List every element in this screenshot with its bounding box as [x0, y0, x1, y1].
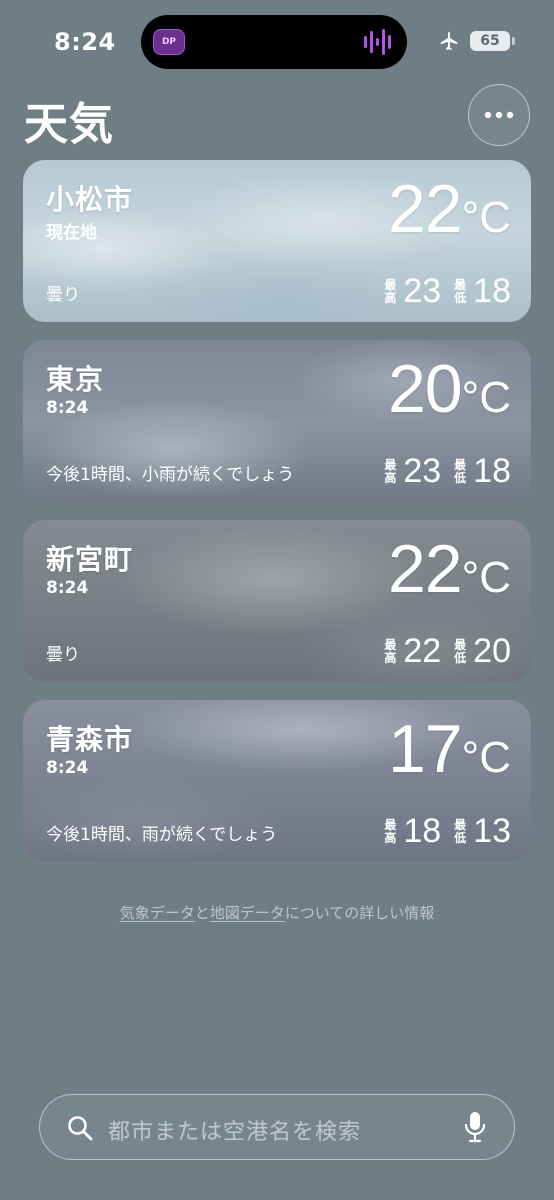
high-value: 23	[403, 452, 442, 490]
high-value: 23	[403, 272, 442, 310]
high-value: 18	[403, 812, 442, 850]
current-temperature: 22°C	[388, 530, 511, 608]
battery-indicator: 65	[470, 31, 515, 51]
high-label: 最高	[384, 457, 397, 485]
data-info-note: 気象データと地図データについての詳しい情報	[0, 902, 554, 923]
microphone-icon[interactable]	[464, 1111, 486, 1143]
condition-text: 今後1時間、雨が続くでしょう	[46, 825, 278, 845]
high-low: 最高 23 最低 18	[383, 452, 511, 491]
temp-value: 20	[387, 351, 463, 427]
weather-card-shingu[interactable]: 新宮町 8:24 曇り 22°C 最高 22 最低 20	[23, 520, 531, 682]
low-label: 最低	[454, 637, 467, 665]
low-label: 最低	[454, 457, 467, 485]
low-value: 13	[473, 812, 511, 850]
audio-wave-icon	[364, 29, 391, 55]
status-right: 65	[438, 28, 515, 54]
airplane-icon	[440, 31, 458, 51]
condition-text: 曇り	[46, 285, 80, 305]
map-data-link[interactable]: 地図データ	[210, 904, 285, 922]
temp-value: 22	[387, 171, 463, 247]
condition-text: 曇り	[46, 645, 80, 665]
data-note-suffix: についての詳しい情報	[284, 904, 435, 922]
condition-text: 今後1時間、小雨が続くでしょう	[46, 465, 295, 485]
page-title: 天気	[24, 99, 114, 150]
high-label: 最高	[384, 277, 397, 305]
weather-data-link[interactable]: 気象データ	[120, 904, 195, 922]
weather-card-aomori[interactable]: 青森市 8:24 今後1時間、雨が続くでしょう 17°C 最高 18 最低 13	[23, 700, 531, 862]
high-low: 最高 23 最低 18	[383, 272, 511, 311]
search-placeholder: 都市または空港名を検索	[108, 1120, 362, 1145]
temp-value: 17	[387, 711, 463, 787]
island-app-icon: DP	[153, 29, 185, 55]
local-time: 8:24	[46, 758, 89, 778]
local-time: 8:24	[46, 578, 89, 598]
low-value: 18	[473, 452, 511, 490]
current-temperature: 22°C	[388, 170, 511, 248]
magnifier-icon	[68, 1116, 93, 1141]
current-temperature: 20°C	[388, 350, 511, 428]
data-note-connector: と	[194, 904, 210, 922]
low-value: 20	[473, 632, 511, 670]
high-label: 最高	[384, 817, 397, 845]
low-value: 18	[473, 272, 511, 310]
low-label: 最低	[454, 277, 467, 305]
temp-unit: °C	[461, 373, 511, 422]
location-subtitle: 現在地	[46, 223, 97, 243]
temp-unit: °C	[461, 553, 511, 602]
high-low: 最高 22 最低 20	[383, 632, 511, 671]
temp-unit: °C	[461, 733, 511, 782]
temp-unit: °C	[461, 193, 511, 242]
status-time: 8:24	[54, 28, 116, 56]
status-bar: 8:24 DP 65	[0, 0, 554, 84]
weather-card-komatsu[interactable]: 小松市 現在地 曇り 22°C 最高 23 最低 18	[23, 160, 531, 322]
weather-card-tokyo[interactable]: 東京 8:24 今後1時間、小雨が続くでしょう 20°C 最高 23 最低 18	[23, 340, 531, 502]
temp-value: 22	[387, 531, 463, 607]
city-name: 東京	[46, 363, 105, 396]
low-label: 最低	[454, 817, 467, 845]
high-low: 最高 18 最低 13	[383, 812, 511, 851]
dynamic-island[interactable]: DP	[141, 15, 407, 69]
local-time: 8:24	[46, 398, 89, 418]
city-name: 新宮町	[46, 543, 134, 576]
ellipsis-icon	[484, 111, 514, 119]
search-field[interactable]: 都市または空港名を検索	[39, 1094, 515, 1160]
city-name: 小松市	[46, 183, 134, 216]
city-name: 青森市	[46, 723, 134, 756]
high-label: 最高	[384, 637, 397, 665]
high-value: 22	[403, 632, 442, 670]
more-button[interactable]	[468, 84, 530, 146]
current-temperature: 17°C	[388, 710, 511, 788]
